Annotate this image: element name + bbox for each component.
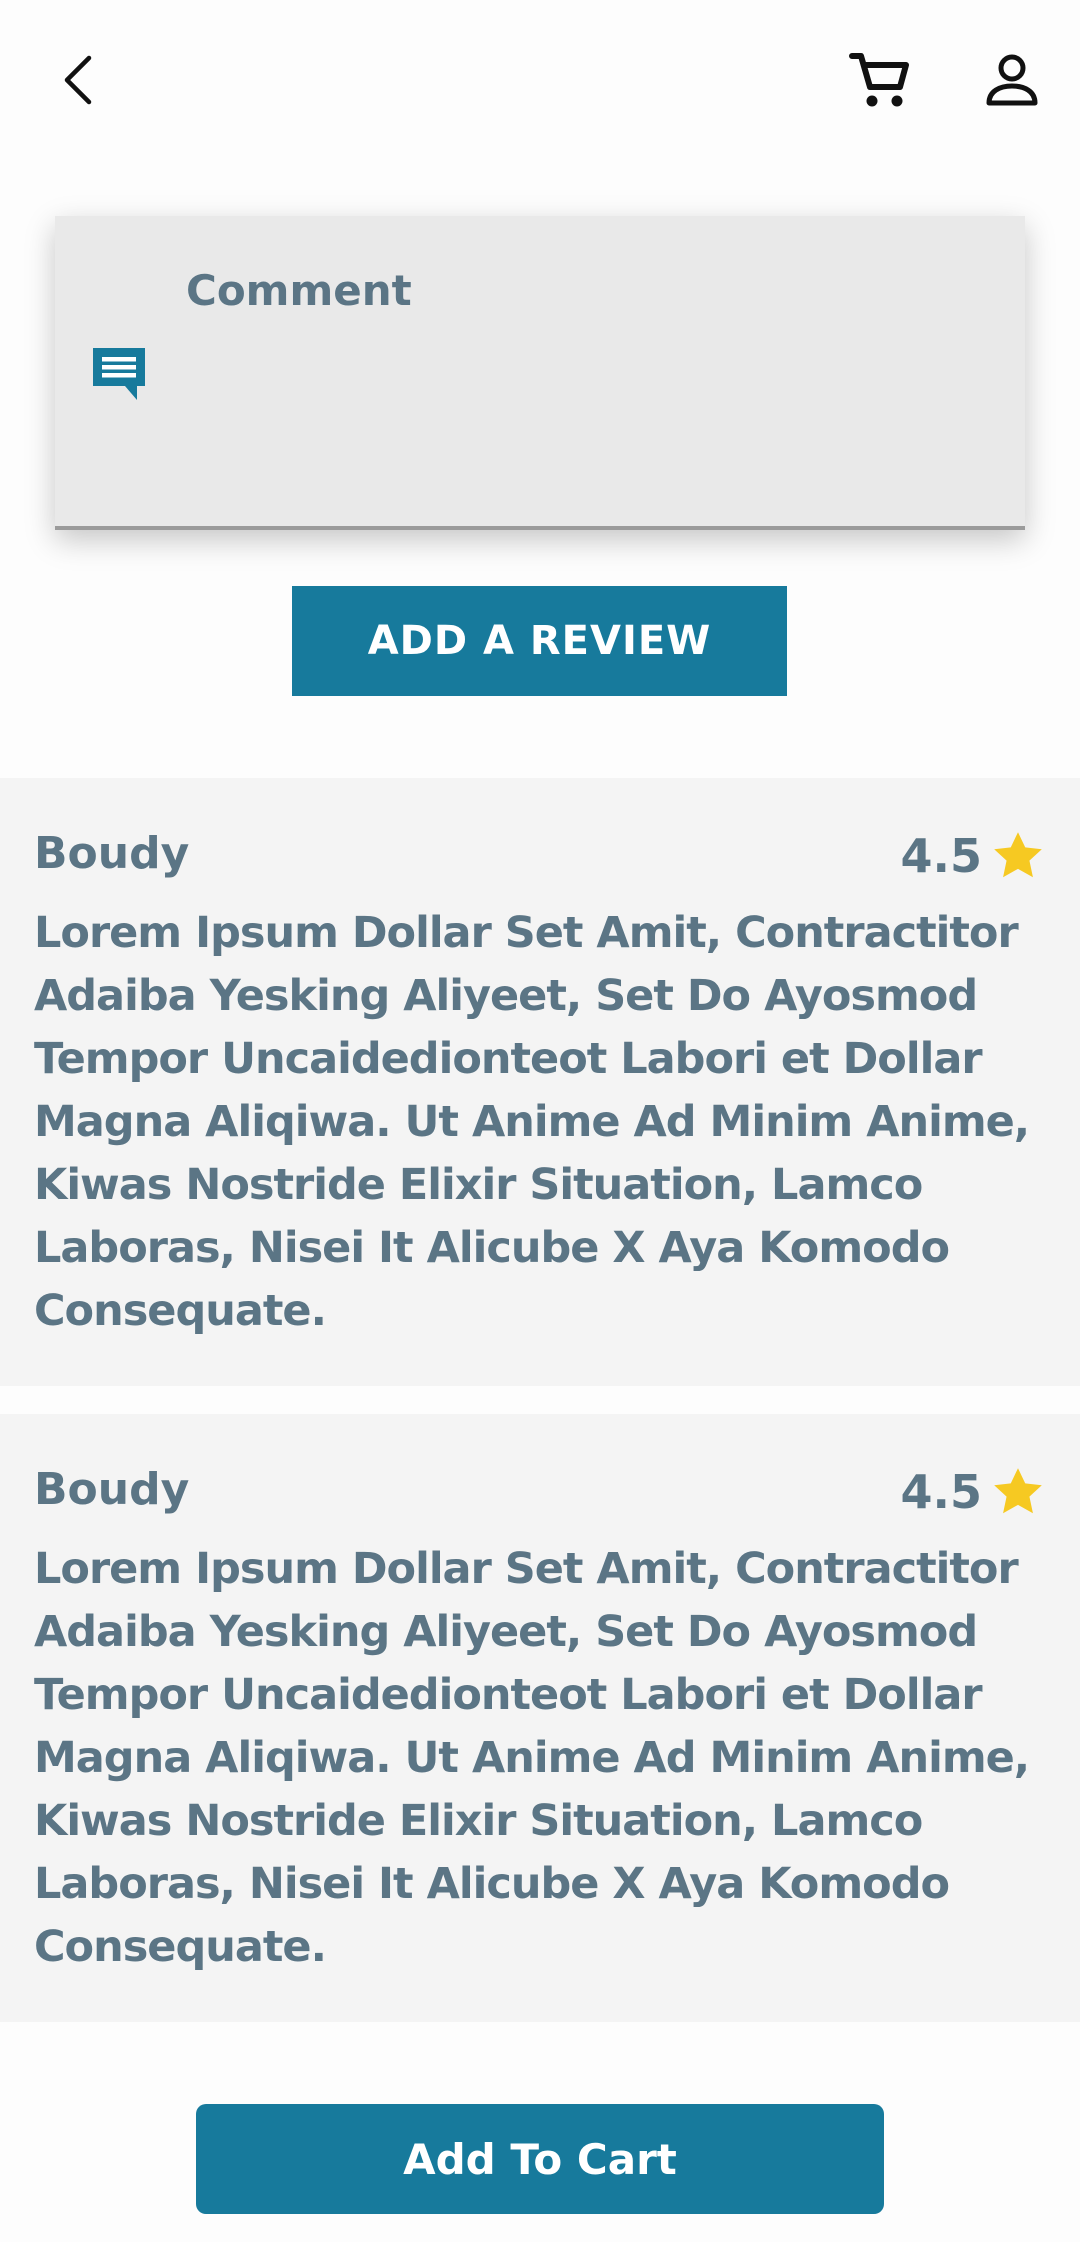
review-card: Boudy 4.5 Lorem Ipsum Dollar Set Amit, C… — [0, 1414, 1080, 2022]
person-icon — [986, 54, 1038, 106]
star-icon — [994, 1468, 1042, 1514]
review-card: Boudy 4.5 Lorem Ipsum Dollar Set Amit, C… — [0, 778, 1080, 1386]
review-rating: 4.5 — [901, 1464, 1047, 1520]
rating-value: 4.5 — [900, 829, 983, 883]
comment-icon — [89, 344, 149, 404]
back-button[interactable] — [40, 40, 120, 120]
cart-button[interactable] — [838, 40, 922, 120]
review-text: Lorem Ipsum Dollar Set Amit, Contractito… — [34, 1544, 1030, 1972]
reviewer-name: Boudy — [34, 1464, 190, 1515]
comment-label: Comment — [186, 266, 412, 315]
add-to-cart-button[interactable]: Add To Cart — [196, 2104, 884, 2214]
reviewer-name: Boudy — [34, 828, 190, 879]
add-review-button[interactable]: ADD A REVIEW — [292, 586, 787, 696]
top-bar — [0, 0, 1080, 160]
review-rating: 4.5 — [901, 828, 1047, 884]
rating-value: 4.5 — [900, 1465, 983, 1519]
comment-field[interactable]: Comment — [55, 216, 1025, 530]
back-arrow-icon — [64, 55, 92, 105]
cart-icon — [849, 53, 909, 107]
star-icon — [994, 832, 1042, 878]
profile-button[interactable] — [970, 40, 1054, 120]
review-text: Lorem Ipsum Dollar Set Amit, Contractito… — [34, 908, 1030, 1336]
